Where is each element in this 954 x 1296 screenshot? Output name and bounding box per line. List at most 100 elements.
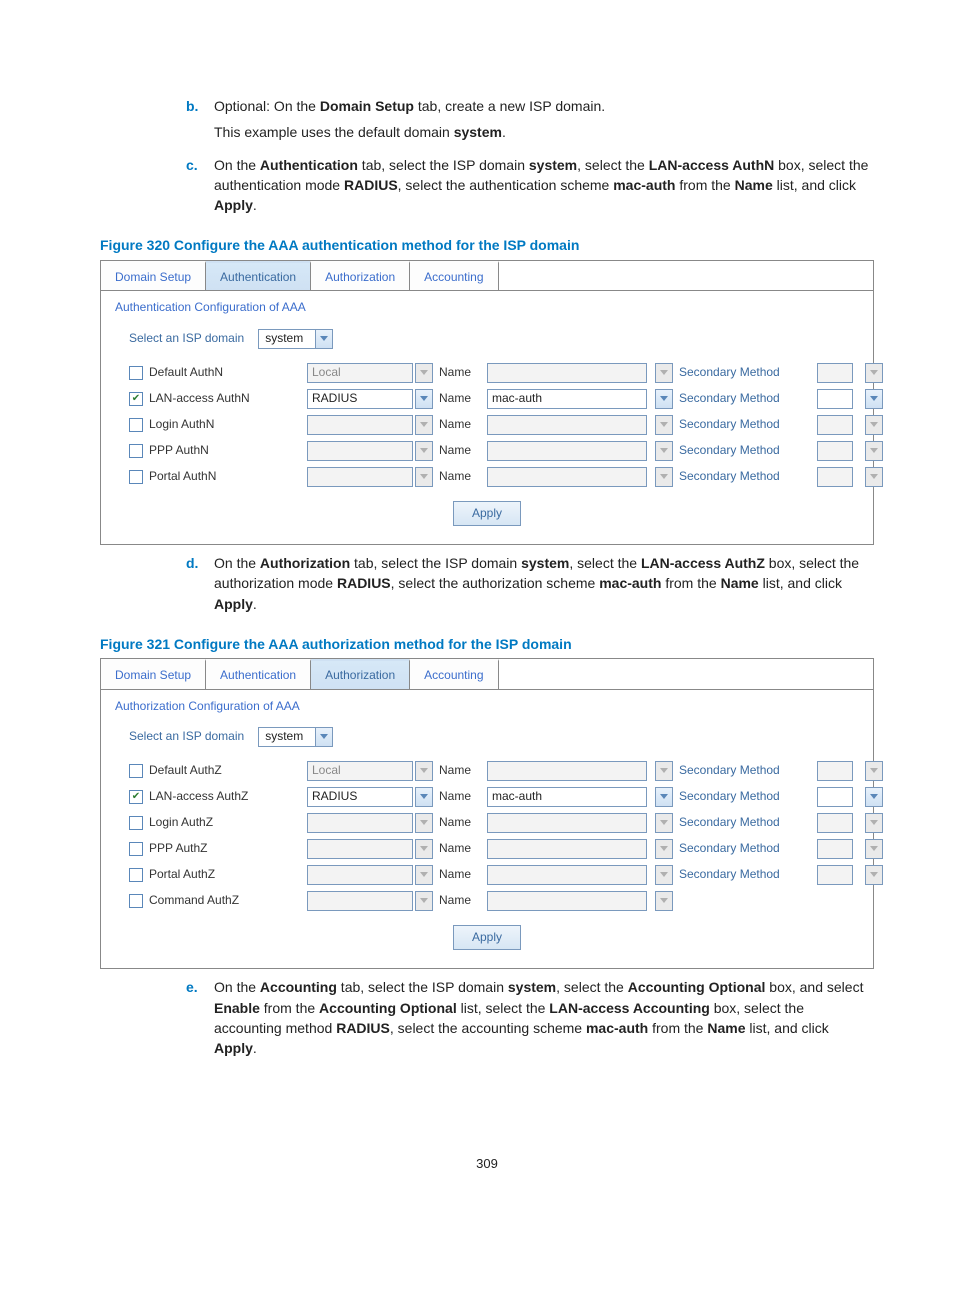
chevron-down-icon[interactable] <box>655 787 673 807</box>
checkbox[interactable] <box>129 816 143 830</box>
checkbox[interactable]: ✔ <box>129 790 143 804</box>
name-column-label: Name <box>439 364 479 381</box>
secondary-method-label: Secondary Method <box>679 840 809 857</box>
chevron-down-icon <box>865 865 883 885</box>
mode-input[interactable]: RADIUS <box>307 787 413 807</box>
text: tab, select the ISP domain <box>358 157 529 173</box>
authn-grid: Default AuthNLocalNameSecondary Method✔L… <box>129 363 859 487</box>
text: . <box>253 197 257 213</box>
tab-accounting[interactable]: Accounting <box>410 659 498 688</box>
checkbox[interactable] <box>129 444 143 458</box>
text: Authentication <box>260 157 358 173</box>
name-input[interactable]: mac-auth <box>487 389 647 409</box>
mode-input <box>307 415 413 435</box>
secondary-method-input <box>817 415 853 435</box>
name-column-label: Name <box>439 892 479 909</box>
name-column-label: Name <box>439 762 479 779</box>
text: box, and select <box>765 979 863 995</box>
step-e: e. On the Accounting tab, select the ISP… <box>186 977 874 1064</box>
chevron-down-icon <box>655 761 673 781</box>
chevron-down-icon <box>315 330 332 348</box>
tab-authentication[interactable]: Authentication <box>206 261 311 290</box>
name-column-label: Name <box>439 468 479 485</box>
chevron-down-icon <box>655 813 673 833</box>
text: . <box>502 124 506 140</box>
mode-input[interactable]: RADIUS <box>307 389 413 409</box>
text: list, and click <box>759 575 842 591</box>
checkbox[interactable] <box>129 894 143 908</box>
checkbox[interactable]: ✔ <box>129 392 143 406</box>
text: Accounting Optional <box>628 979 766 995</box>
secondary-method-label: Secondary Method <box>679 814 809 831</box>
checkbox[interactable] <box>129 842 143 856</box>
text: Domain Setup <box>320 98 414 114</box>
step-b-marker: b. <box>186 96 214 116</box>
text: Accounting <box>260 979 337 995</box>
figure-321-panel: Domain Setup Authentication Authorizatio… <box>100 658 874 969</box>
name-input <box>487 839 647 859</box>
name-input[interactable]: mac-auth <box>487 787 647 807</box>
isp-domain-select[interactable]: system <box>258 727 333 747</box>
chevron-down-icon[interactable] <box>655 389 673 409</box>
checkbox[interactable] <box>129 418 143 432</box>
tab-authentication[interactable]: Authentication <box>206 659 311 688</box>
chevron-down-icon <box>655 441 673 461</box>
tabs: Domain Setup Authentication Authorizatio… <box>101 261 873 291</box>
row-label: Portal AuthZ <box>129 866 299 883</box>
name-column-label: Name <box>439 390 479 407</box>
tab-authorization[interactable]: Authorization <box>311 261 410 290</box>
step-b: b. Optional: On the Domain Setup tab, cr… <box>186 96 874 149</box>
tab-accounting[interactable]: Accounting <box>410 261 498 290</box>
tab-domain-setup[interactable]: Domain Setup <box>101 659 206 688</box>
secondary-method-input <box>817 441 853 461</box>
chevron-down-icon[interactable] <box>415 389 433 409</box>
name-column-label: Name <box>439 866 479 883</box>
figure-321-caption: Figure 321 Configure the AAA authorizati… <box>100 634 874 654</box>
secondary-method-input[interactable] <box>817 787 853 807</box>
chevron-down-icon <box>415 813 433 833</box>
isp-domain-select[interactable]: system <box>258 329 333 349</box>
text: LAN-access AuthZ <box>641 555 765 571</box>
mode-input <box>307 839 413 859</box>
tabs: Domain Setup Authentication Authorizatio… <box>101 659 873 689</box>
chevron-down-icon <box>655 891 673 911</box>
secondary-method-label: Secondary Method <box>679 788 809 805</box>
chevron-down-icon[interactable] <box>865 389 883 409</box>
isp-domain-value: system <box>259 330 315 347</box>
checkbox[interactable] <box>129 764 143 778</box>
text: , select the authentication scheme <box>398 177 614 193</box>
text: Optional: On the <box>214 98 320 114</box>
chevron-down-icon[interactable] <box>865 787 883 807</box>
row-label: Default AuthN <box>129 364 299 381</box>
tab-authorization[interactable]: Authorization <box>311 659 410 688</box>
text: RADIUS <box>336 1020 390 1036</box>
text: Accounting Optional <box>319 1000 457 1016</box>
name-input <box>487 813 647 833</box>
text: On the <box>214 555 260 571</box>
apply-button[interactable]: Apply <box>453 501 521 526</box>
section-title: Authentication Configuration of AAA <box>115 297 859 322</box>
chevron-down-icon[interactable] <box>415 787 433 807</box>
apply-button[interactable]: Apply <box>453 925 521 950</box>
name-column-label: Name <box>439 840 479 857</box>
name-column-label: Name <box>439 442 479 459</box>
checkbox[interactable] <box>129 868 143 882</box>
checkbox[interactable] <box>129 470 143 484</box>
chevron-down-icon <box>865 761 883 781</box>
chevron-down-icon <box>415 441 433 461</box>
row-label: PPP AuthN <box>129 442 299 459</box>
secondary-method-label: Secondary Method <box>679 416 809 433</box>
tab-domain-setup[interactable]: Domain Setup <box>101 261 206 290</box>
secondary-method-input[interactable] <box>817 389 853 409</box>
text: RADIUS <box>337 575 391 591</box>
text: system <box>521 555 569 571</box>
chevron-down-icon <box>865 839 883 859</box>
secondary-method-label: Secondary Method <box>679 762 809 779</box>
chevron-down-icon <box>415 891 433 911</box>
text: Apply <box>214 596 253 612</box>
secondary-method-input <box>817 839 853 859</box>
text: LAN-access Accounting <box>549 1000 710 1016</box>
row-label: Command AuthZ <box>129 892 299 909</box>
secondary-method-input <box>817 865 853 885</box>
checkbox[interactable] <box>129 366 143 380</box>
